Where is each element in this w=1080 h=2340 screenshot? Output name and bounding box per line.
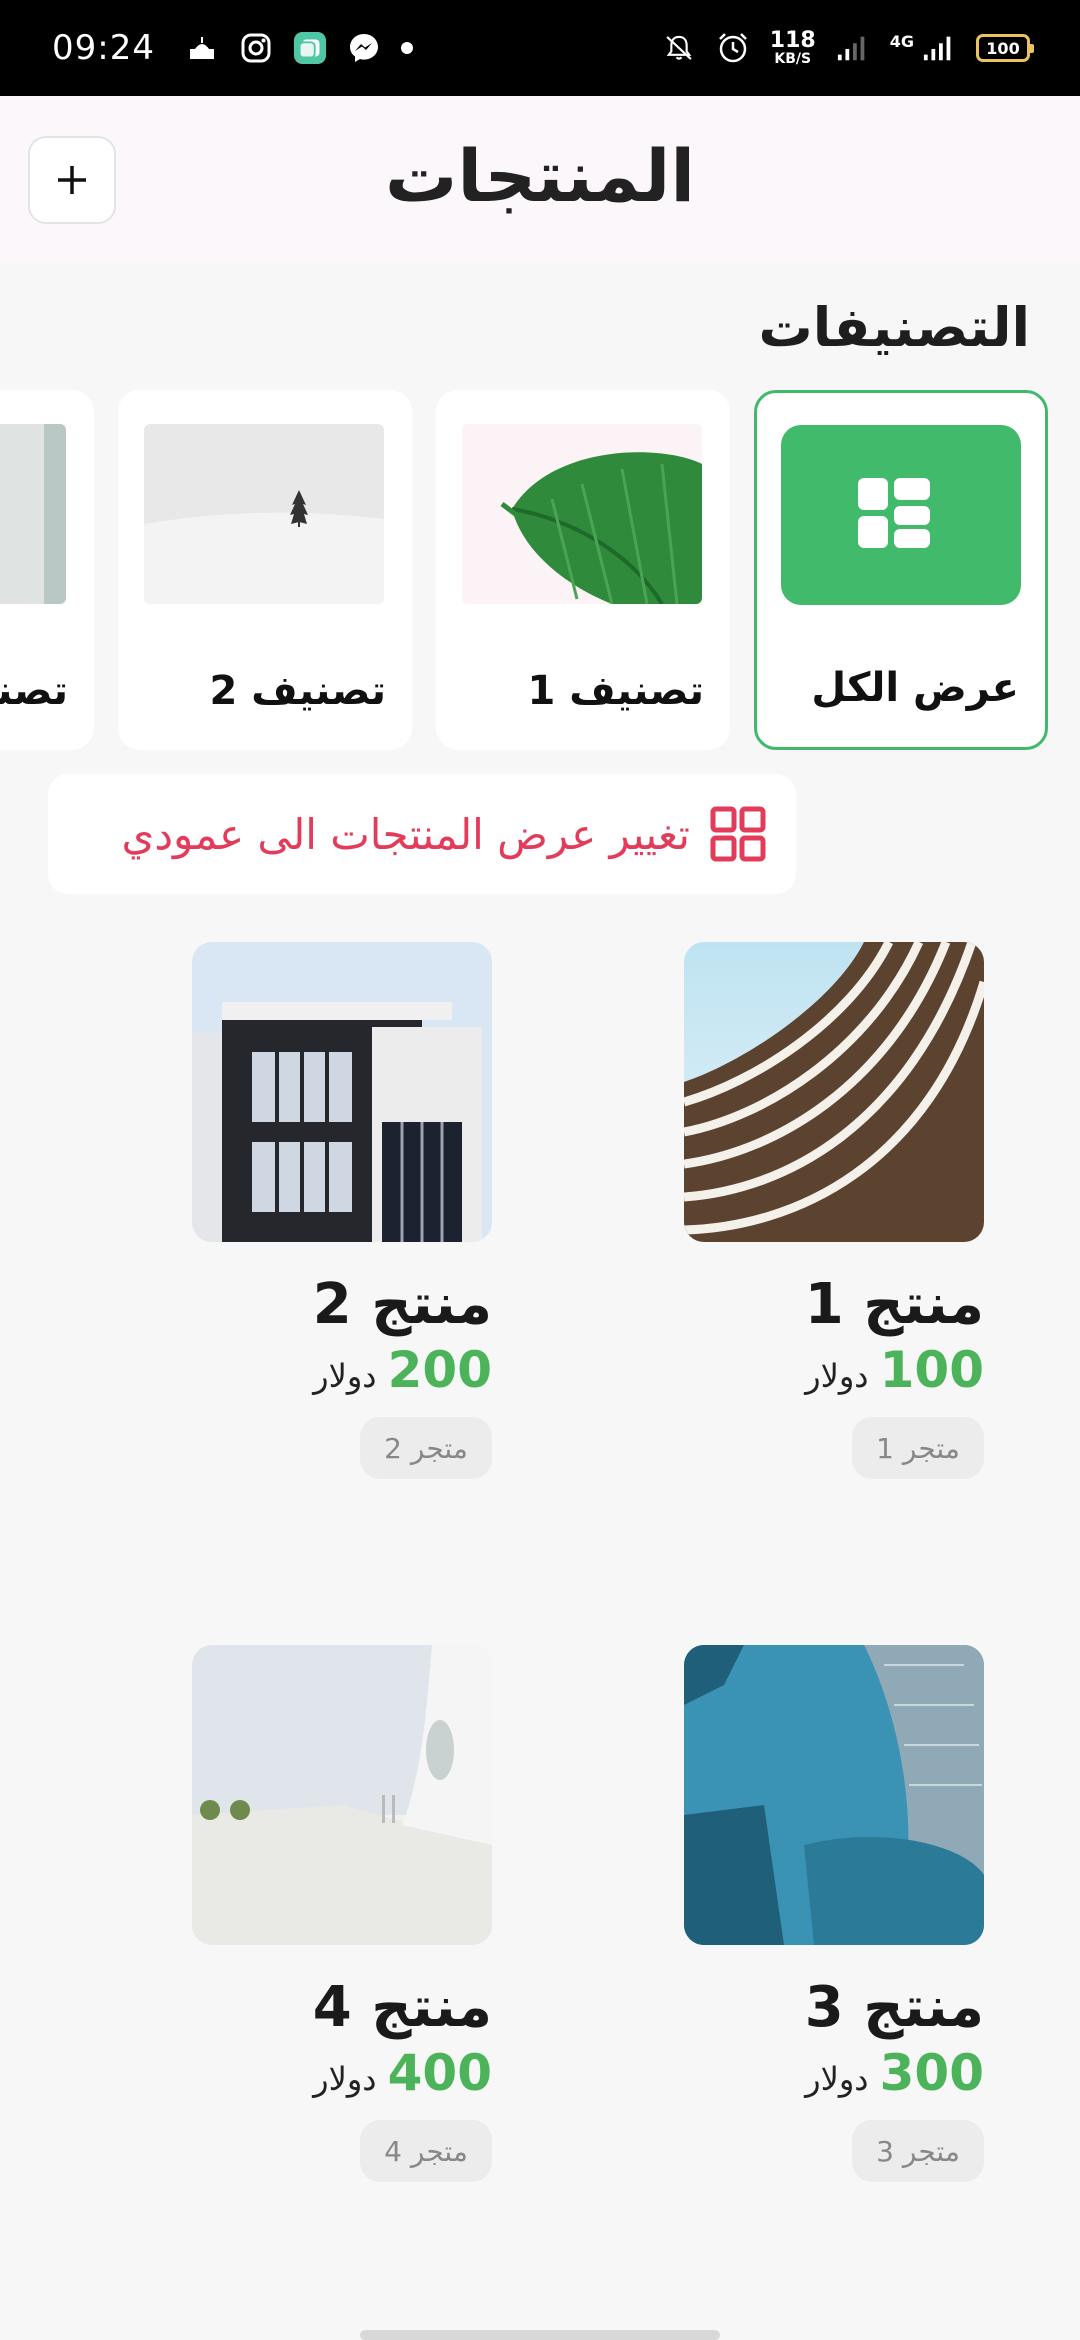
store-badge[interactable]: متجر 1	[852, 1417, 984, 1479]
signal-icon	[836, 31, 870, 65]
toggle-layout-button[interactable]: تغيير عرض المنتجات الى عمودي	[48, 774, 796, 894]
product-card-2[interactable]: منتج 2 200 دولار متجر 2	[192, 942, 492, 1479]
product-name: منتج 4	[312, 1975, 492, 2040]
price-currency: دولار	[313, 2060, 377, 2098]
category-3-image	[0, 424, 66, 604]
home-indicator[interactable]	[360, 2330, 720, 2340]
app-header: المنتجات	[0, 96, 1080, 264]
product-price: 200 دولار	[192, 1341, 492, 1399]
product-price: 300 دولار	[684, 2044, 984, 2102]
leaf-image	[462, 424, 702, 604]
speed-value: 118	[769, 28, 816, 53]
products-screen: 09:24 118 KB/S 4G 100 المنتجات التصنيفات…	[0, 0, 1080, 2340]
product-image	[192, 942, 492, 1242]
bell-muted-icon	[662, 31, 696, 65]
price-currency: دولار	[805, 2060, 869, 2098]
store-badge[interactable]: متجر 4	[360, 2120, 492, 2182]
product-name: منتج 3	[804, 1975, 984, 2040]
toggle-layout-label: تغيير عرض المنتجات الى عمودي	[121, 809, 690, 859]
product-card-1[interactable]: منتج 1 100 دولار متجر 1	[684, 942, 984, 1479]
more-notifications-dot-icon	[400, 42, 413, 54]
product-card-4[interactable]: منتج 4 400 دولار متجر 4	[192, 1645, 492, 2182]
price-value: 100	[879, 1341, 984, 1399]
category-3[interactable]: تصنيف 3	[0, 390, 94, 750]
signal-icon-2	[922, 31, 956, 65]
snow-tree-image	[144, 424, 384, 604]
network-type: 4G	[889, 31, 914, 51]
category-label: تصنيف 2	[209, 668, 387, 714]
alarm-icon	[716, 31, 750, 65]
store-badge[interactable]: متجر 3	[852, 2120, 984, 2182]
category-label: عرض الكل	[811, 665, 1019, 711]
page-title: المنتجات	[384, 134, 696, 218]
product-price: 100 دولار	[684, 1341, 984, 1399]
category-1[interactable]: تصنيف 1	[436, 390, 730, 750]
category-label: تصنيف 1	[527, 668, 705, 714]
product-price: 400 دولار	[192, 2044, 492, 2102]
messenger-icon	[347, 31, 381, 65]
category-2[interactable]: تصنيف 2	[118, 390, 412, 750]
product-card-3[interactable]: منتج 3 300 دولار متجر 3	[684, 1645, 984, 2182]
product-image	[684, 1645, 984, 1945]
status-time: 09:24	[52, 28, 155, 68]
price-value: 400	[387, 2044, 492, 2102]
product-name: منتج 1	[804, 1272, 984, 1337]
price-value: 200	[387, 1341, 492, 1399]
network-speed: 118 KB/S	[769, 28, 816, 67]
status-bar: 09:24 118 KB/S 4G 100	[0, 0, 1080, 96]
category-label: تصنيف 3	[0, 668, 68, 714]
product-image	[192, 1645, 492, 1945]
price-currency: دولار	[313, 1357, 377, 1395]
instagram-icon	[239, 31, 273, 65]
category-all[interactable]: عرض الكل	[754, 390, 1048, 750]
price-value: 300	[879, 2044, 984, 2102]
battery-icon: 100	[976, 34, 1034, 62]
mosque-notification-icon	[185, 31, 219, 65]
grid-layout-icon	[710, 806, 766, 862]
speed-unit: KB/S	[774, 51, 812, 67]
grid-icon	[858, 478, 930, 548]
product-image	[684, 942, 984, 1242]
app-notification-icon	[293, 31, 327, 65]
category-all-thumb	[781, 425, 1021, 605]
price-currency: دولار	[805, 1357, 869, 1395]
categories-title: التصنيفات	[758, 296, 1030, 359]
product-name: منتج 2	[312, 1272, 492, 1337]
battery-level: 100	[986, 38, 1020, 58]
store-badge[interactable]: متجر 2	[360, 1417, 492, 1479]
